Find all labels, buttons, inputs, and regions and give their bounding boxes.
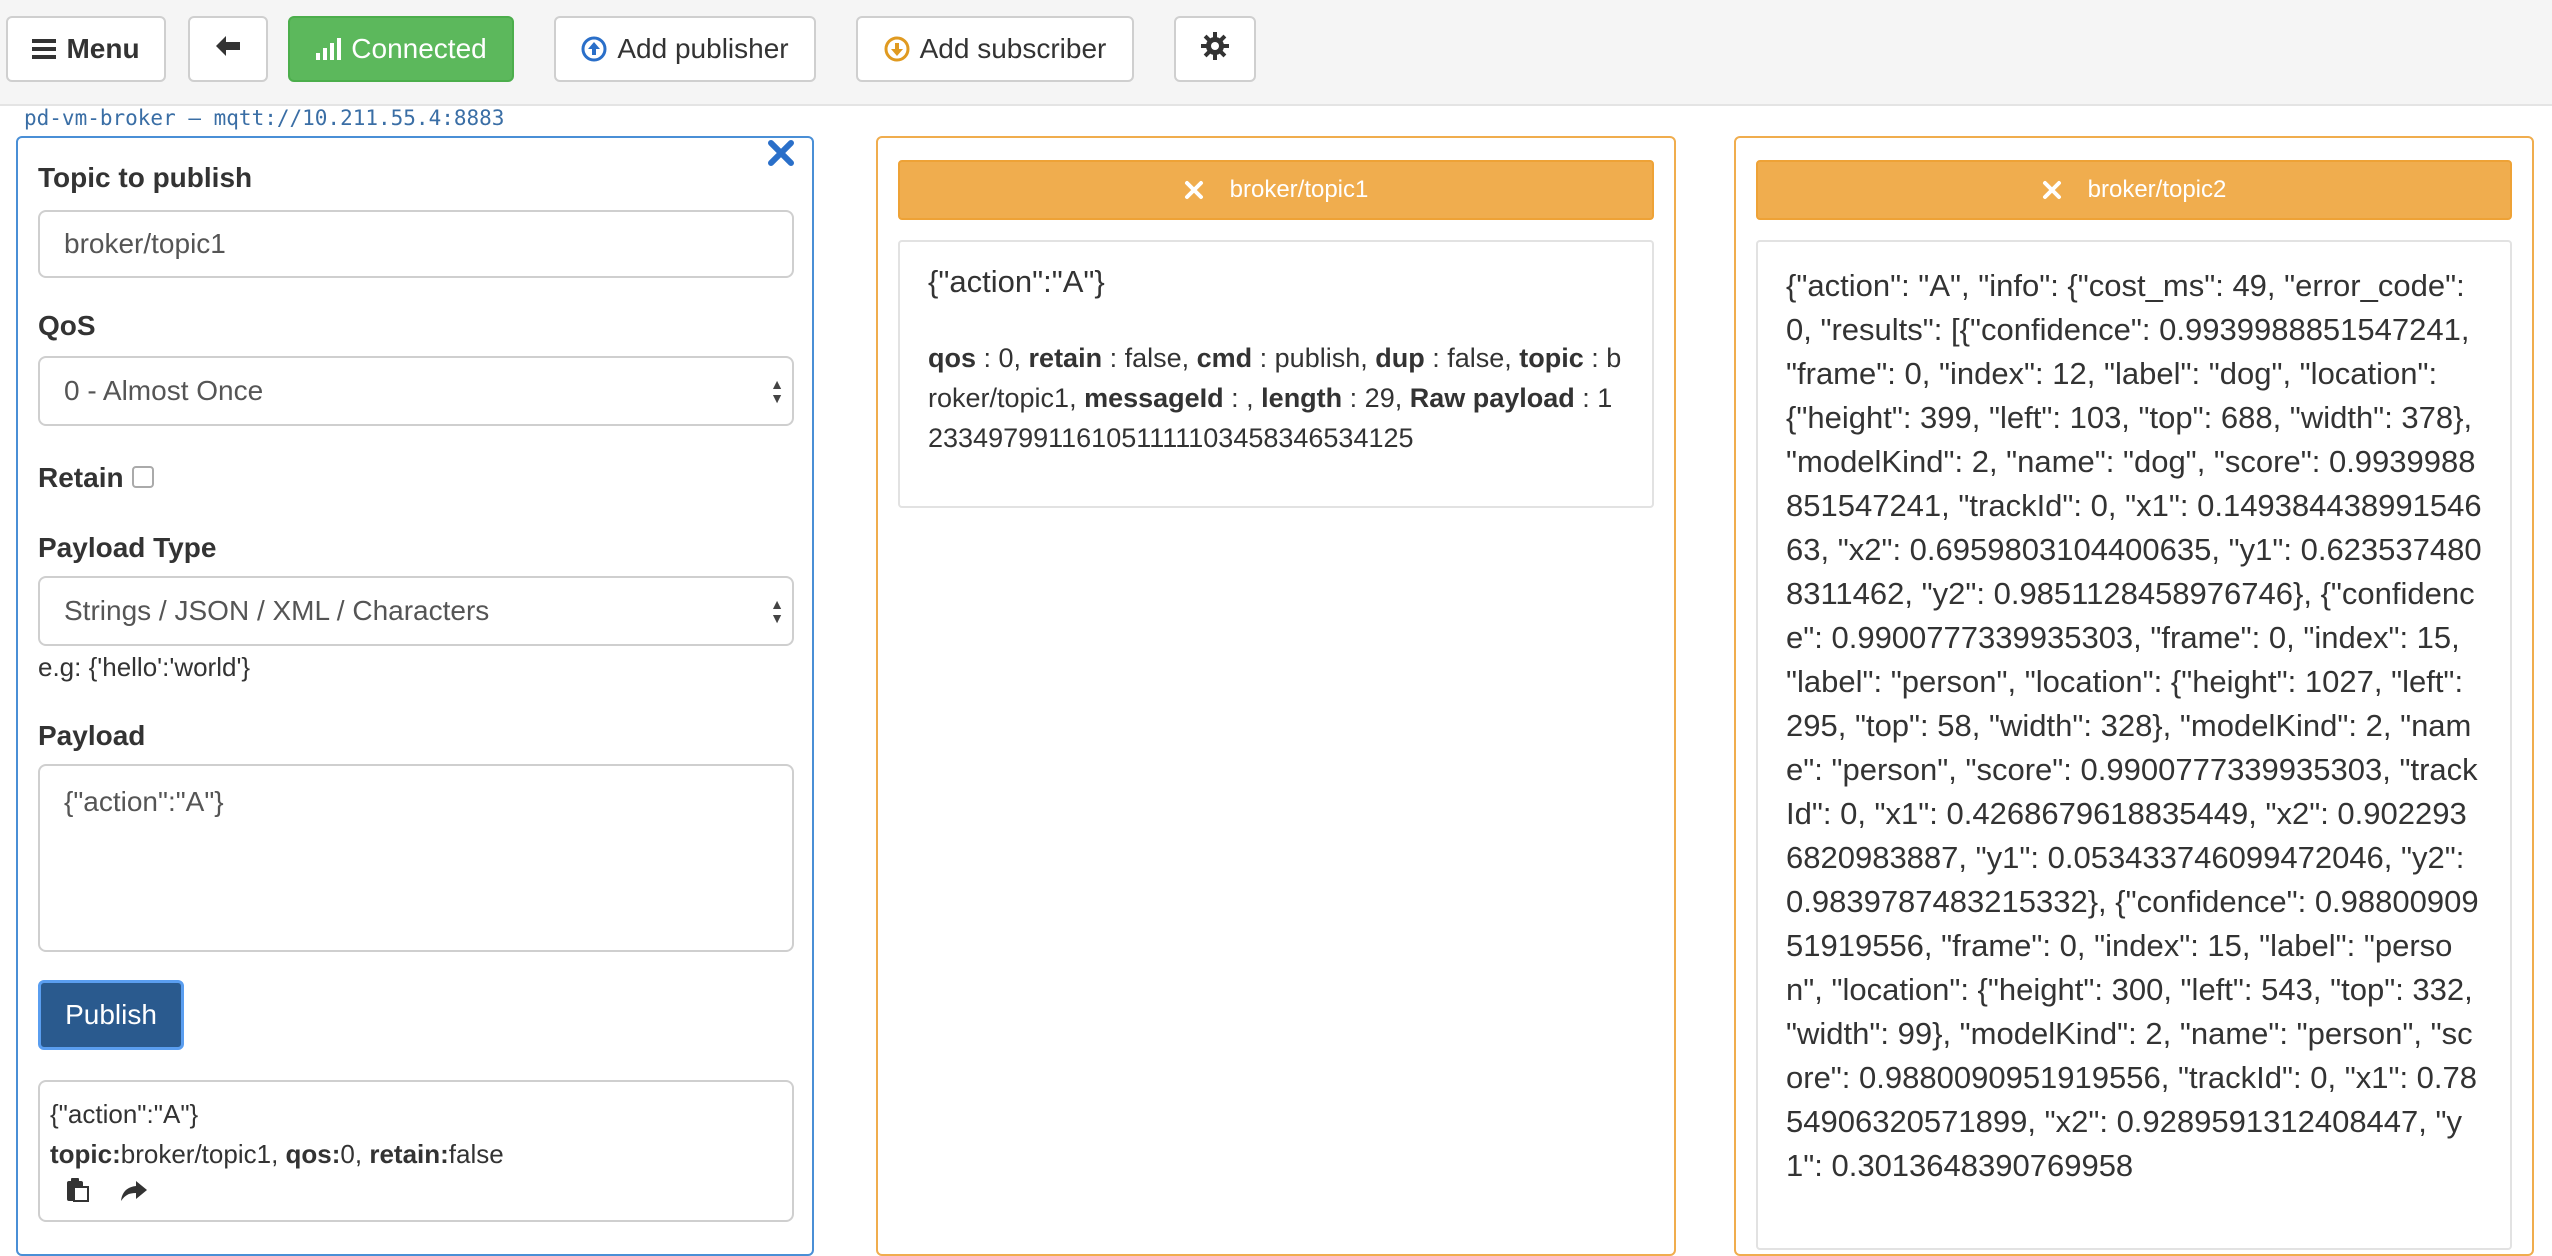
add-publisher-button[interactable]: Add publisher <box>554 16 816 82</box>
arrow-left-icon <box>214 33 242 65</box>
message-card: {"action": "A", "info": {"cost_ms": 49, … <box>1756 240 2512 1250</box>
meta-key: length <box>1261 383 1343 413</box>
close-icon[interactable] <box>1184 180 1204 200</box>
toolbar: Menu Connected Add publisher Add subscri… <box>0 0 2552 106</box>
meta-value: : publish, <box>1252 343 1376 373</box>
subscriber-panel: broker/topic2 {"action": "A", "info": {"… <box>1734 136 2534 1256</box>
published-message-log: {"action":"A"} topic:broker/topic1, qos:… <box>38 1080 794 1222</box>
payload-type-hint: e.g: {'hello':'world'} <box>38 652 251 682</box>
topic-input-value: broker/topic1 <box>64 228 226 259</box>
add-subscriber-label: Add subscriber <box>919 33 1107 64</box>
log-topic-key: topic: <box>50 1139 121 1169</box>
meta-key: Raw payload <box>1409 383 1575 413</box>
log-retain-value: false <box>448 1139 504 1169</box>
topic-label: Topic to publish <box>38 162 253 193</box>
select-arrows-icon: ▲ ▼ <box>770 376 784 406</box>
connected-label: Connected <box>351 33 487 64</box>
back-button[interactable] <box>188 16 268 82</box>
hamburger-icon <box>32 38 57 60</box>
retain-label: Retain <box>38 462 124 493</box>
settings-button[interactable] <box>1174 16 1256 82</box>
subscriber-header[interactable]: broker/topic1 <box>898 160 1654 220</box>
payload-label: Payload <box>38 720 146 751</box>
payload-type-select[interactable]: Strings / JSON / XML / Characters ▲ ▼ <box>38 576 794 646</box>
meta-key: cmd <box>1196 343 1253 373</box>
signal-bars-icon <box>315 37 342 61</box>
meta-value: : 29, <box>1342 383 1410 413</box>
qos-select-value: 0 - Almost Once <box>64 375 264 406</box>
subscriber-topic: broker/topic1 <box>1229 176 1369 203</box>
log-retain-key: retain: <box>369 1139 449 1169</box>
share-forward-icon[interactable] <box>120 1174 148 1214</box>
select-arrows-icon: ▲ ▼ <box>770 596 784 626</box>
connection-info: pd-vm-broker — mqtt://10.211.55.4:8883 <box>24 106 505 130</box>
payload-type-value: Strings / JSON / XML / Characters <box>64 595 490 626</box>
copy-clipboard-icon[interactable] <box>64 1174 90 1214</box>
log-actions <box>64 1174 148 1214</box>
message-card: {"action":"A"} qos : 0, retain : false, … <box>898 240 1654 508</box>
meta-value: : , <box>1223 383 1262 413</box>
message-payload: {"action": "A", "info": {"cost_ms": 49, … <box>1786 268 2482 1183</box>
qos-label: QoS <box>38 310 96 341</box>
subscriber-header[interactable]: broker/topic2 <box>1756 160 2512 220</box>
message-meta: qos : 0, retain : false, cmd : publish, … <box>928 338 1624 458</box>
meta-value: : false, <box>1102 343 1197 373</box>
log-meta: topic:broker/topic1, qos:0, retain:false <box>50 1134 782 1174</box>
payload-textarea-value: {"action":"A"} <box>64 786 224 817</box>
log-qos-key: qos: <box>285 1139 341 1169</box>
qos-select[interactable]: 0 - Almost Once ▲ ▼ <box>38 356 794 426</box>
retain-checkbox[interactable] <box>132 466 154 488</box>
subscriber-panel: broker/topic1 {"action":"A"} qos : 0, re… <box>876 136 1676 1256</box>
publish-button[interactable]: Publish <box>38 980 184 1050</box>
menu-label: Menu <box>66 33 140 64</box>
add-publisher-label: Add publisher <box>617 33 789 64</box>
upload-circle-icon <box>581 36 607 62</box>
connected-button[interactable]: Connected <box>288 16 514 82</box>
log-message: {"action":"A"} <box>50 1099 199 1129</box>
log-topic-value: broker/topic1, <box>120 1139 286 1169</box>
gear-icon <box>1200 31 1230 68</box>
payload-type-label: Payload Type <box>38 532 217 563</box>
menu-button[interactable]: Menu <box>6 16 166 82</box>
close-icon[interactable] <box>2042 180 2062 200</box>
publisher-panel: Topic to publish broker/topic1 QoS 0 - A… <box>16 136 814 1256</box>
meta-key: messageId <box>1084 383 1224 413</box>
close-icon[interactable] <box>766 138 802 174</box>
meta-key: retain <box>1028 343 1103 373</box>
payload-textarea[interactable]: {"action":"A"} <box>38 764 794 952</box>
meta-key: topic <box>1519 343 1584 373</box>
add-subscriber-button[interactable]: Add subscriber <box>856 16 1134 82</box>
download-circle-icon <box>884 36 910 62</box>
subscriber-topic: broker/topic2 <box>2087 176 2227 203</box>
log-qos-value: 0, <box>340 1139 370 1169</box>
meta-value: : false, <box>1424 343 1520 373</box>
meta-key: qos <box>928 343 977 373</box>
message-payload: {"action":"A"} <box>928 264 1105 299</box>
topic-input[interactable]: broker/topic1 <box>38 210 794 278</box>
meta-key: dup <box>1375 343 1425 373</box>
meta-value: : 0, <box>976 343 1029 373</box>
